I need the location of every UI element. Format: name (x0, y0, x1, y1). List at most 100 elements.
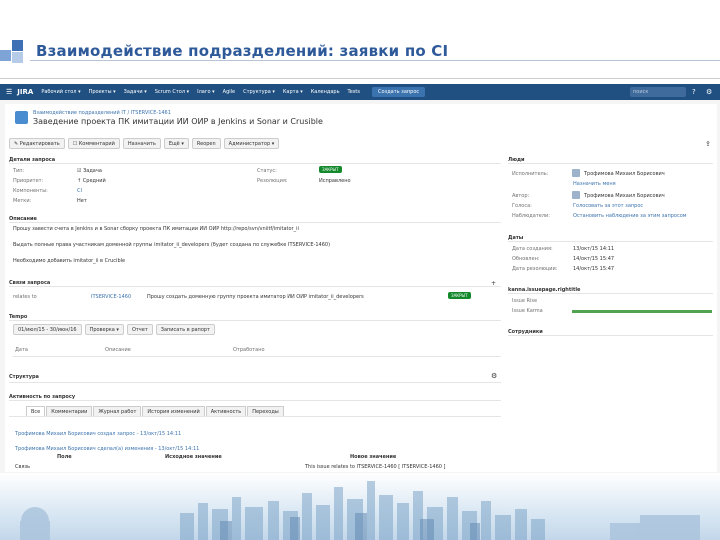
title-divider (30, 60, 720, 61)
link-type: relates to (13, 294, 37, 300)
labels-value: Нет (77, 198, 87, 204)
activity-entry[interactable]: Трофимова Михаил Борисович сделал(а) изм… (15, 446, 199, 452)
resolution-value: Исправлено (319, 178, 351, 184)
assignee-value[interactable]: Трофимова Михаил Борисович (584, 171, 665, 177)
cityscape-image (20, 481, 700, 540)
admin-button[interactable]: Администратор ▾ (223, 138, 280, 149)
issue-rise-label: Issue Rise (512, 298, 538, 304)
description-line: Необходимо добавить imitator_ii в Crucib… (13, 258, 126, 264)
resolved-label: Дата резолюции: (512, 266, 558, 272)
jira-logo[interactable]: JIRA (17, 88, 33, 96)
assignee-label: Исполнитель: (512, 171, 549, 177)
nav-ilago[interactable]: Ілаго ▾ (197, 89, 215, 95)
issue-page: Взаимодействие подразделений IT / ITSERV… (0, 100, 720, 474)
tempo-period-select[interactable]: 01/июл/15 - 30/июн/16 (13, 324, 82, 335)
linked-issue-key[interactable]: ITSERVICE-1460 (91, 294, 131, 300)
nav-issues[interactable]: Задачи ▾ (124, 89, 147, 95)
avatar (572, 191, 580, 199)
issue-content: Взаимодействие подразделений IT / ITSERV… (5, 104, 717, 472)
components-value[interactable]: CI (77, 188, 82, 194)
resolved-value: 14/окт/15 15:47 (573, 266, 615, 272)
decor-square (12, 40, 23, 51)
linked-issue-summary[interactable]: Прошу создать доменную группу проекта им… (147, 294, 364, 300)
type-label: Тип: (13, 168, 25, 174)
divider (9, 222, 501, 223)
components-label: Компоненты: (13, 188, 48, 194)
activity-entry[interactable]: Трофимова Михаил Борисович создал запрос… (15, 431, 181, 437)
structure-heading[interactable]: Структура (9, 374, 39, 380)
more-button[interactable]: Ещё ▾ (163, 138, 189, 149)
change-col-original: Исходное значение (165, 454, 222, 460)
tempo-col-description: Описание (105, 347, 131, 353)
status-badge: ЗАКРЫТ (319, 166, 342, 173)
tempo-col-date: Дата (15, 347, 28, 353)
structure-gear-icon[interactable]: ⚙ (491, 372, 497, 380)
labels-label: Метки: (13, 198, 32, 204)
nav-dashboard[interactable]: Рабочий стол ▾ (41, 89, 80, 95)
divider (9, 382, 501, 383)
issue-title: Заведение проекта ПК имитации ИИ ОИР в J… (33, 117, 323, 126)
stop-watching-link[interactable]: Остановить наблюдение за этим запросом (573, 213, 687, 219)
divider (9, 163, 501, 164)
updated-label: Обновлен: (512, 256, 540, 262)
decor-square (0, 50, 11, 61)
vote-link[interactable]: Голосовать за этот запрос (573, 203, 643, 209)
description-line: Прошу завести счета в Jenkins и в Sonar … (13, 226, 299, 232)
comment-button[interactable]: ☐ Комментарий (67, 138, 120, 149)
nav-calendar[interactable]: Календарь (311, 89, 340, 95)
nav-projects[interactable]: Проекты ▾ (89, 89, 116, 95)
app-switcher-icon[interactable]: ☰ (6, 88, 12, 96)
create-issue-button[interactable]: Создать запрос (372, 87, 426, 97)
top-navigation: ☰ JIRA Рабочий стол ▾ Проекты ▾ Задачи ▾… (0, 84, 720, 100)
slide-header: Взаимодействие подразделений: заявки по … (0, 0, 720, 78)
nav-structure[interactable]: Структура ▾ (243, 89, 275, 95)
export-icon[interactable]: ⇪ (705, 140, 711, 148)
gear-icon[interactable]: ⚙ (706, 88, 712, 96)
linked-status-badge: ЗАКРЫТ (448, 292, 471, 299)
avatar (572, 169, 580, 177)
nav-scrum-board[interactable]: Scrum Стол ▾ (155, 89, 189, 95)
divider (9, 416, 501, 417)
divider (13, 356, 501, 357)
breadcrumb[interactable]: Взаимодействие подразделений IT / ITSERV… (33, 110, 171, 116)
change-col-new: Новое значение (350, 454, 397, 460)
slide-title: Взаимодействие подразделений: заявки по … (36, 42, 449, 60)
tempo-log-button[interactable]: Записать в рапорт (155, 324, 215, 335)
tempo-report-button[interactable]: Отчет (126, 324, 153, 335)
search-input[interactable]: поиск (630, 87, 686, 97)
jira-window: ☰ JIRA Рабочий стол ▾ Проекты ▾ Задачи ▾… (0, 78, 720, 474)
priority-label: Приоритет: (13, 178, 44, 184)
help-icon[interactable]: ? (692, 88, 696, 96)
change-field: Связь (15, 464, 31, 470)
divider (9, 286, 501, 287)
tempo-col-worked: Отработано (233, 347, 265, 353)
divider (508, 241, 713, 242)
created-label: Дата создания: (512, 246, 553, 252)
change-col-field: Поле (57, 454, 72, 460)
description-line: Выдать полные права участникам доменной … (13, 242, 331, 248)
assign-button[interactable]: Назначить (122, 138, 161, 149)
project-avatar-icon[interactable] (15, 111, 28, 124)
reporter-value[interactable]: Трофимова Михаил Борисович (584, 193, 665, 199)
change-new-value[interactable]: This issue relates to ITSERVICE-1460 [ I… (305, 464, 446, 470)
divider (9, 320, 501, 321)
resolution-label: Резолюция: (257, 178, 288, 184)
divider (508, 335, 713, 336)
votes-label: Голоса: (512, 203, 532, 209)
updated-value: 14/окт/15 15:47 (573, 256, 615, 262)
karma-bar (572, 310, 712, 313)
decor-square (12, 52, 23, 63)
edit-button[interactable]: ✎ Редактировать (9, 138, 65, 149)
nav-agile[interactable]: Agile (223, 89, 235, 95)
tempo-toolbar: 01/июл/15 - 30/июн/16 Проверка ▾ Отчет З… (13, 324, 218, 335)
divider (9, 400, 501, 401)
tempo-review-button[interactable]: Проверка ▾ (84, 324, 124, 335)
reporter-label: Автор: (512, 193, 530, 199)
assign-to-me-link[interactable]: Назначить меня (573, 181, 616, 187)
nav-tests[interactable]: Tests (348, 89, 360, 95)
status-label: Статус: (257, 168, 277, 174)
issue-karma-label: Issue Karma (512, 308, 543, 314)
footer-cityscape (0, 473, 720, 540)
nav-map[interactable]: Карта ▾ (283, 89, 303, 95)
reopen-button[interactable]: Reopen (191, 138, 221, 149)
